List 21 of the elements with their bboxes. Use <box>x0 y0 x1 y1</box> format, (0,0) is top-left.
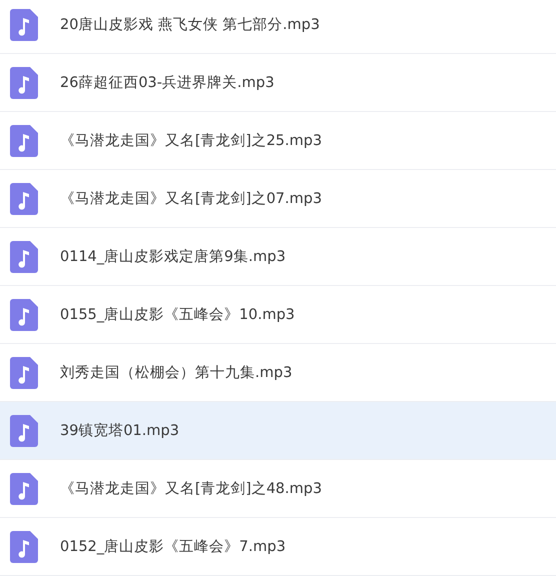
file-name: 20唐山皮影戏 燕飞女侠 第七部分.mp3 <box>60 16 320 34</box>
file-row[interactable]: 39镇宽塔01.mp3 <box>0 402 556 460</box>
music-file-icon <box>10 124 38 156</box>
music-file-icon <box>10 240 38 272</box>
file-name: 39镇宽塔01.mp3 <box>60 422 180 440</box>
music-file-icon <box>10 472 38 504</box>
music-file-icon <box>10 66 38 98</box>
music-file-icon <box>10 414 38 446</box>
file-name: 刘秀走国（松棚会）第十九集.mp3 <box>60 364 292 382</box>
music-file-icon <box>10 298 38 330</box>
file-name: 0155_唐山皮影《五峰会》10.mp3 <box>60 306 295 324</box>
file-name: 0152_唐山皮影《五峰会》7.mp3 <box>60 538 286 556</box>
music-file-icon <box>10 182 38 214</box>
music-file-icon <box>10 356 38 388</box>
file-name: 26薛超征西03-兵进界牌关.mp3 <box>60 74 274 92</box>
file-name: 《马潜龙走国》又名[青龙剑]之07.mp3 <box>60 190 322 208</box>
file-name: 《马潜龙走国》又名[青龙剑]之25.mp3 <box>60 132 322 150</box>
music-file-icon <box>10 530 38 562</box>
music-file-icon <box>10 8 38 40</box>
file-name: 0114_唐山皮影戏定唐第9集.mp3 <box>60 248 286 266</box>
file-name: 《马潜龙走国》又名[青龙剑]之48.mp3 <box>60 480 322 498</box>
